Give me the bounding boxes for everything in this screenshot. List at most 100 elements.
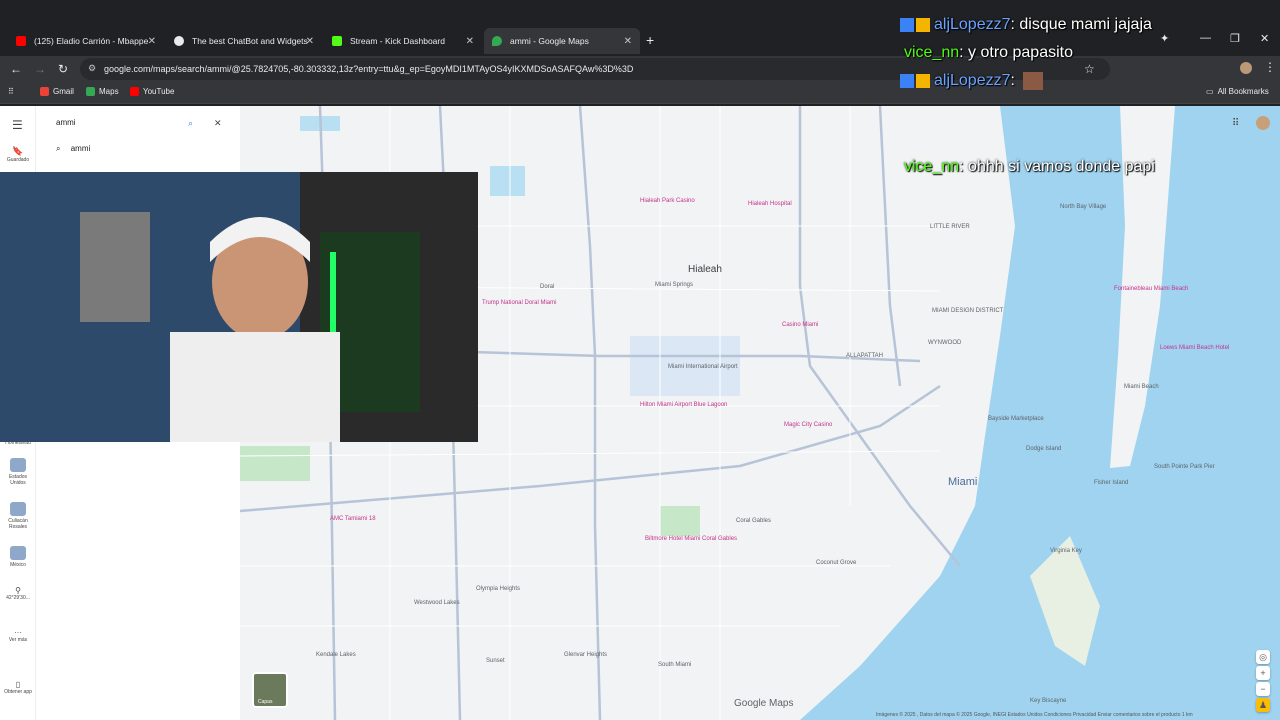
rail-label: Ver más <box>8 637 28 643</box>
tab-google-maps[interactable]: ammi - Google Maps ✕ <box>484 28 640 54</box>
chat-username: vice_nn <box>904 44 960 61</box>
map-label: North Bay Village <box>1060 204 1107 210</box>
menu-icon[interactable]: ⋮ <box>1264 60 1276 74</box>
rail-label: Guardado <box>6 157 30 163</box>
maximize-button[interactable]: ❐ <box>1230 32 1240 45</box>
close-icon[interactable]: ✕ <box>306 36 314 47</box>
search-icon[interactable]: ⌕ <box>188 118 193 129</box>
map-label: Glenvar Heights <box>564 652 608 658</box>
close-icon[interactable]: ✕ <box>624 36 632 47</box>
rail-label: 42°29'30... <box>6 595 30 601</box>
maps-pin-icon <box>492 36 502 46</box>
chat-message: vice_nn: y otro papasito <box>904 44 1073 62</box>
close-window-button[interactable]: ✕ <box>1260 32 1269 45</box>
map-label: Hialeah <box>688 264 722 275</box>
all-bookmarks[interactable]: ▭ All Bookmarks <box>1206 87 1269 96</box>
zoom-in-button[interactable]: + <box>1256 666 1270 680</box>
map-label: LITTLE RIVER <box>930 224 970 230</box>
shirt <box>170 332 340 442</box>
poi-label[interactable]: Magic City Casino <box>784 422 832 428</box>
avatar[interactable] <box>1240 62 1252 74</box>
bookmarks-bar: ⠿ Gmail Maps YouTube ▭ All Bookmarks <box>0 82 1280 104</box>
map-label: Miami Beach <box>1124 384 1159 390</box>
search-input[interactable]: ammi <box>44 112 232 136</box>
chat-text: : ohhh si vamos donde papi <box>959 158 1155 175</box>
hamburger-menu-icon[interactable]: ☰ <box>12 118 23 132</box>
map-label: ALLAPATTAH <box>846 353 884 359</box>
pin-icon: ⚲ <box>15 586 21 595</box>
bookmark-gmail[interactable]: Gmail <box>40 87 74 96</box>
bookmark-label: All Bookmarks <box>1217 87 1269 96</box>
bookmark-label: Maps <box>99 87 119 96</box>
poi-label[interactable]: Biltmore Hotel Miami Coral Gables <box>645 536 737 542</box>
map-label: Miami <box>948 476 978 488</box>
rail-recent-coords[interactable]: ⚲ 42°29'30... <box>4 586 32 601</box>
zoom-out-button[interactable]: − <box>1256 682 1270 696</box>
google-maps-logo: Google Maps <box>734 698 794 709</box>
apps-grid-icon[interactable]: ⠿ <box>1232 118 1239 129</box>
close-icon[interactable]: ✕ <box>466 36 474 47</box>
rail-get-app[interactable]: ▯ Obtener app <box>4 680 32 695</box>
chat-text: : y otro papasito <box>959 44 1073 61</box>
place-thumbnail <box>10 546 26 560</box>
emote-icon <box>1023 72 1044 90</box>
chat-username: vice_nn <box>904 158 960 175</box>
account-avatar[interactable] <box>1256 116 1270 130</box>
chat-message: aljLopezz7: disque mami jajaja <box>900 16 1152 34</box>
poi-label[interactable]: Hilton Miami Airport Blue Lagoon <box>640 402 727 408</box>
poi-label[interactable]: AMC Tamiami 18 <box>330 516 376 522</box>
crown-icon <box>916 17 930 32</box>
chat-message: aljLopezz7: <box>900 72 1044 90</box>
youtube-icon <box>16 36 26 46</box>
forward-button[interactable]: → <box>34 62 46 76</box>
close-icon[interactable]: ✕ <box>148 36 156 47</box>
rail-recent-mexico[interactable]: México <box>4 546 32 568</box>
poi-label[interactable]: Hialeah Hospital <box>748 201 792 207</box>
tab-youtube[interactable]: (125) Eladio Carrión - Mbappe ✕ <box>8 28 164 54</box>
map-label: Coconut Grove <box>816 560 857 566</box>
rail-label: México <box>10 562 26 568</box>
park-area <box>240 446 310 481</box>
map-label: South Miami <box>658 662 692 668</box>
reload-button[interactable]: ↻ <box>58 62 68 76</box>
clear-search-icon[interactable]: ✕ <box>214 118 222 129</box>
place-thumbnail <box>10 502 26 516</box>
suggestion-item[interactable]: ⌕ ammi <box>56 144 90 154</box>
badge-icon <box>900 17 914 32</box>
map-attribution: Imágenes © 2025 , Datos del mapa © 2025 … <box>876 712 1193 718</box>
bookmark-label: Gmail <box>53 87 74 96</box>
tab-kick[interactable]: Stream - Kick Dashboard ✕ <box>324 28 482 54</box>
poi-label[interactable]: Hialeah Park Casino <box>640 198 695 204</box>
webcam-scene <box>0 172 478 442</box>
back-button[interactable]: ← <box>10 62 22 76</box>
rail-see-more[interactable]: ··· Ver más <box>4 628 32 643</box>
bookmark-star-icon[interactable]: ☆ <box>1084 62 1095 76</box>
chat-username: aljLopezz7 <box>934 16 1011 33</box>
apps-icon[interactable]: ⠿ <box>8 87 14 96</box>
poi-label[interactable]: Loews Miami Beach Hotel <box>1160 345 1229 351</box>
extension-icon[interactable]: ✦ <box>1160 32 1169 45</box>
map-label: Coral Gables <box>736 518 772 524</box>
rail-recent-usa[interactable]: Estados Unidos <box>4 458 32 486</box>
layers-label: Capas <box>258 699 273 705</box>
search-icon: ⌕ <box>56 144 61 153</box>
site-info-icon[interactable]: ⚙ <box>88 63 98 73</box>
new-tab-button[interactable]: + <box>646 32 654 48</box>
rail-saved[interactable]: 🔖 Guardado <box>4 146 32 163</box>
map-label: Dodge Island <box>1026 446 1062 452</box>
poi-label[interactable]: Trump National Doral Miami <box>482 300 556 306</box>
gmail-icon <box>40 87 49 96</box>
tab-chatbot[interactable]: The best ChatBot and Widgets ✕ <box>166 28 322 54</box>
place-thumbnail <box>10 458 26 472</box>
map-label: Fisher Island <box>1094 480 1129 486</box>
minimize-button[interactable]: — <box>1200 32 1211 44</box>
rail-label: Culiacán Rosales <box>8 518 28 530</box>
bookmark-maps[interactable]: Maps <box>86 87 119 96</box>
poi-label[interactable]: Fontainebleau Miami Beach <box>1114 286 1188 292</box>
map-label: WYNWOOD <box>928 340 962 346</box>
poi-label[interactable]: Casino Miami <box>782 322 818 328</box>
pegman-icon[interactable]: ♟ <box>1256 698 1270 712</box>
my-location-button[interactable]: ◎ <box>1256 650 1270 664</box>
rail-recent-culiacan[interactable]: Culiacán Rosales <box>4 502 32 530</box>
bookmark-youtube[interactable]: YouTube <box>130 87 174 96</box>
